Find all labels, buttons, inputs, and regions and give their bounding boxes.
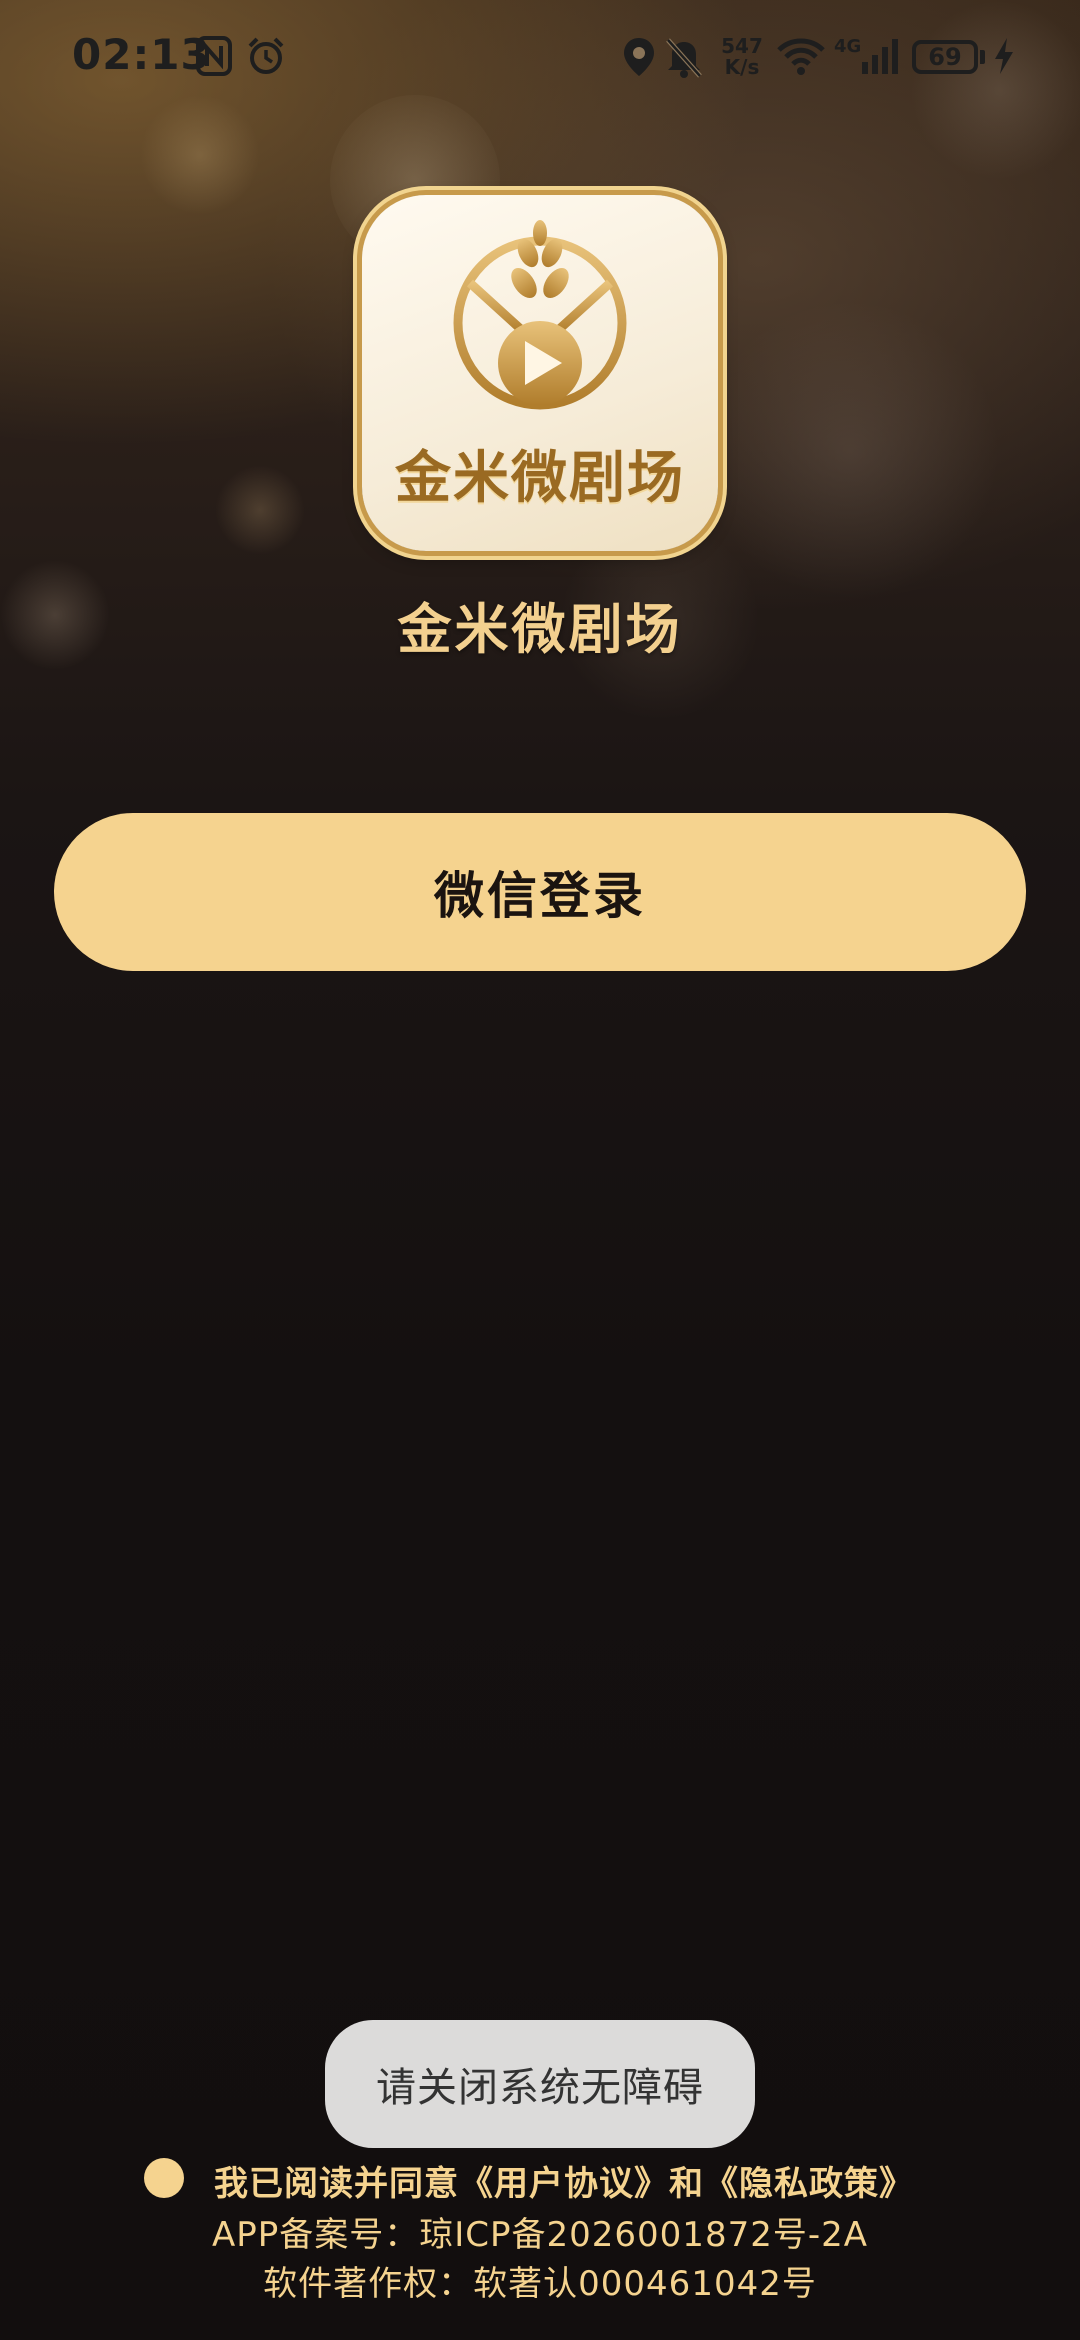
battery-tip <box>980 50 985 64</box>
icp-record: APP备案号：琼ICP备2026001872号-2A <box>211 2215 868 2255</box>
agreement-text: 我已阅读并同意《用户协议》和《隐私政策》 <box>214 2156 914 2205</box>
user-agreement-link[interactable]: 《用户协议》 <box>459 2164 669 2204</box>
software-copyright: 软件著作权：软著认000461042号 <box>263 2264 817 2304</box>
battery-icon: 69 <box>912 40 978 74</box>
app-logo: 金米微剧场 <box>362 195 718 551</box>
bokeh-light <box>700 300 1000 600</box>
agreement-and: 和 <box>669 2164 704 2204</box>
alarm-icon <box>248 37 284 74</box>
charging-icon <box>995 38 1013 74</box>
bokeh-light <box>215 465 305 555</box>
toast-message: 请关闭系统无障碍 <box>325 2020 755 2148</box>
wechat-login-button[interactable]: 微信登录 <box>54 813 1026 971</box>
mute-bell-icon <box>666 38 702 78</box>
net-speed-unit: K/s <box>724 55 760 79</box>
location-icon <box>624 38 654 76</box>
status-time: 02:13 <box>72 30 211 79</box>
wheat-play-icon <box>453 220 627 410</box>
privacy-policy-link[interactable]: 《隐私政策》 <box>704 2164 914 2204</box>
app-name: 金米微剧场 <box>397 598 683 661</box>
net-speed-value: 547 <box>721 34 763 58</box>
agreement-prefix: 我已阅读并同意 <box>214 2164 459 2204</box>
signal-icon <box>862 39 898 74</box>
net-speed: 547 K/s <box>718 36 766 78</box>
login-screen: 02:13 547 K/s 4G 69 金米微剧场 金米微剧场 微信登录 请关闭… <box>0 0 1080 2340</box>
agreement-row: 我已阅读并同意《用户协议》和《隐私政策》 <box>0 2152 1080 2212</box>
wifi-icon <box>777 38 825 75</box>
network-type: 4G <box>834 36 862 57</box>
logo-text: 金米微剧场 <box>395 446 685 511</box>
agree-checkbox[interactable] <box>144 2158 184 2198</box>
nfc-icon <box>196 36 232 76</box>
status-bar: 02:13 547 K/s 4G 69 <box>0 0 1080 120</box>
